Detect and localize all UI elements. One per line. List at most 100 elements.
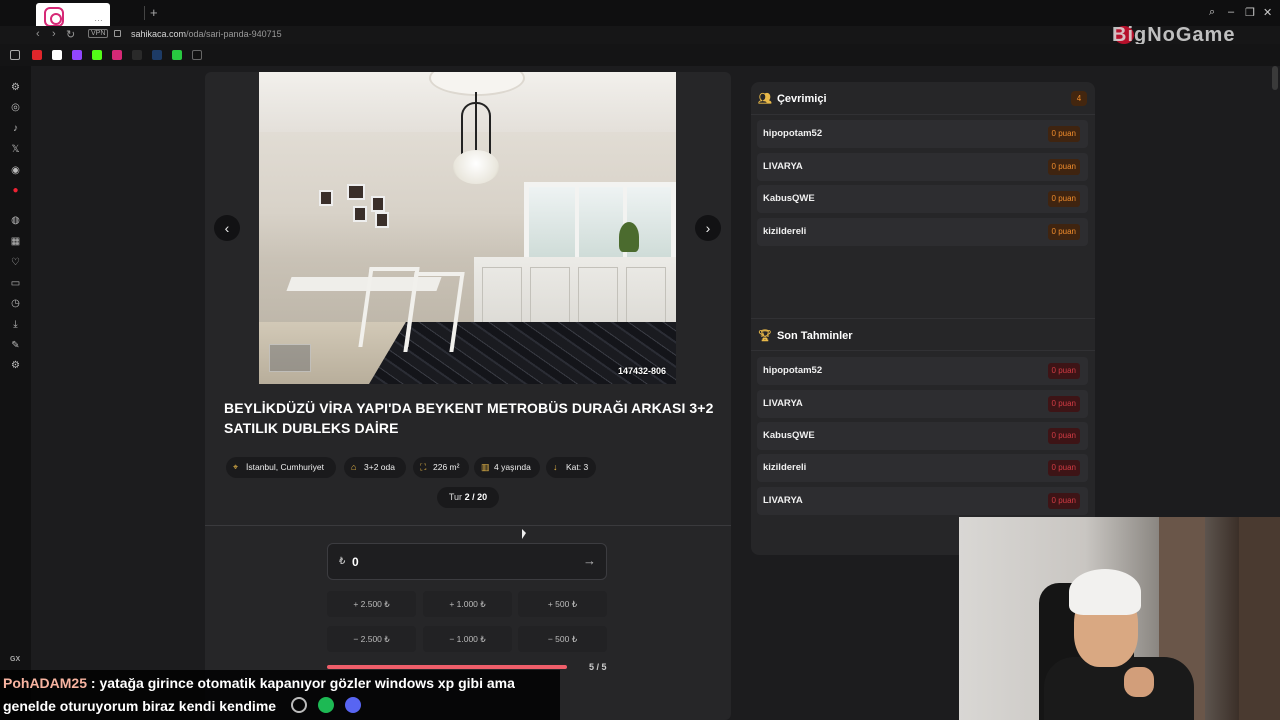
submit-arrow-icon[interactable]: → — [583, 553, 596, 568]
guess-player-name: KabusQWE — [763, 430, 815, 441]
shield-bookmark-icon[interactable] — [152, 50, 162, 60]
browser-tab-bar — [0, 0, 1280, 26]
gear-sidebar-icon[interactable]: ⚙ — [10, 360, 21, 371]
plus-1000-button[interactable]: + 1.000 ₺ — [423, 591, 512, 617]
tiktok-icon[interactable] — [192, 50, 202, 60]
player-name: KabusQWE — [763, 193, 815, 204]
bookmark-icon[interactable] — [132, 50, 142, 60]
player-name: kizildereli — [763, 226, 807, 237]
chip-area: ⛶ 226 m² — [413, 457, 469, 478]
plus-500-button[interactable]: + 500 ₺ — [518, 591, 607, 617]
forward-icon[interactable]: › — [52, 28, 56, 40]
spotify-sidebar-icon[interactable]: ◍ — [10, 215, 21, 226]
online-player-row: kizildereli 0 puan — [757, 218, 1088, 246]
green-app-icon[interactable] — [172, 50, 182, 60]
chip-age-text: 4 yaşında — [494, 462, 531, 472]
chat-text-1: : yatağa girince otomatik kapanıyor gözl… — [87, 675, 515, 691]
chrome-icon — [291, 697, 307, 713]
url-domain: sahikaca.com — [131, 29, 187, 39]
recent-guess-row: LIVARYA 0 puan — [757, 487, 1088, 515]
instagram-sidebar-icon[interactable]: ◎ — [10, 102, 21, 113]
chat-username: PohADAM25 — [3, 675, 88, 691]
online-player-row: LIVARYA 0 puan — [757, 153, 1088, 181]
round-label: Tur — [448, 492, 463, 502]
player-score-badge: 0 puan — [1047, 224, 1080, 240]
kick-icon[interactable] — [92, 50, 102, 60]
chip-rooms-text: 3+2 oda — [364, 462, 395, 472]
discord-sidebar-icon[interactable]: ◉ — [10, 165, 21, 176]
notification-sidebar-icon[interactable]: ● — [10, 185, 21, 196]
recent-guess-row: KabusQWE 0 puan — [757, 422, 1088, 450]
guess-input-box[interactable]: ₺ → — [327, 543, 607, 580]
mouse-cursor-icon — [522, 529, 526, 539]
heart-sidebar-icon[interactable]: ♡ — [10, 257, 21, 268]
restore-icon[interactable]: ❐ — [1245, 6, 1255, 19]
chip-location-text: İstanbul, Cumhuriyet — [246, 462, 324, 472]
gmail-icon[interactable] — [52, 50, 62, 60]
gx-label: GX — [10, 656, 21, 663]
next-photo-button[interactable]: › — [695, 215, 721, 241]
guess-score-badge: 0 puan — [1047, 428, 1080, 444]
guess-progress-text: 5 / 5 — [589, 662, 607, 672]
currency-symbol: ₺ — [339, 556, 346, 567]
back-icon[interactable]: ‹ — [36, 28, 40, 40]
minus-1000-button[interactable]: − 1.000 ₺ — [423, 626, 512, 652]
player-name: hipopotam52 — [763, 128, 823, 139]
chevron-left-icon: ‹ — [224, 220, 230, 236]
chip-age: ▥ 4 yaşında — [474, 457, 540, 478]
guess-score-badge: 0 puan — [1047, 396, 1080, 412]
house-icon: ⌂ — [351, 462, 357, 472]
building-icon: ▥ — [481, 462, 490, 472]
scrollbar[interactable] — [1272, 66, 1278, 90]
price-guess-input[interactable] — [352, 552, 572, 572]
online-player-row: KabusQWE 0 puan — [757, 185, 1088, 213]
wallet-sidebar-icon[interactable]: ▭ — [10, 278, 21, 289]
new-tab-button[interactable]: + — [150, 5, 158, 20]
twitch-icon[interactable] — [72, 50, 82, 60]
recent-header-line — [751, 350, 1095, 351]
player-score-badge: 0 puan — [1047, 191, 1080, 207]
vpn-badge[interactable]: VPN — [88, 29, 109, 38]
minimize-icon[interactable]: – — [1228, 6, 1234, 18]
player-score-badge: 0 puan — [1047, 126, 1080, 142]
users-icon: 👥︎ — [758, 93, 772, 105]
history-sidebar-icon[interactable]: ◷ — [10, 298, 21, 309]
download-sidebar-icon[interactable]: ⤓ — [10, 319, 21, 330]
settings-sidebar-icon[interactable]: ⚙ — [10, 82, 21, 93]
recent-guess-row: LIVARYA 0 puan — [757, 390, 1088, 418]
guess-score-badge: 0 puan — [1047, 493, 1080, 509]
youtube-icon[interactable] — [32, 50, 42, 60]
grid-sidebar-icon[interactable]: ▦ — [10, 236, 21, 247]
chevron-right-icon: › — [705, 220, 711, 236]
listing-photo: 147432-806 — [259, 72, 676, 384]
chat-message-line-2: genelde oturuyorum biraz kendi kendime — [3, 698, 276, 714]
minus-500-button[interactable]: − 500 ₺ — [518, 626, 607, 652]
online-header-line — [751, 114, 1095, 115]
webcam-background-strip — [1239, 517, 1280, 720]
tab-separator — [144, 6, 145, 20]
plus-2500-button[interactable]: + 2.500 ₺ — [327, 591, 416, 617]
prev-photo-button[interactable]: ‹ — [214, 215, 240, 241]
minus-2500-button[interactable]: − 2.500 ₺ — [327, 626, 416, 652]
x-sidebar-icon[interactable]: 𝕏 — [10, 144, 21, 155]
search-icon[interactable]: ⌕ — [1209, 6, 1215, 19]
instagram-bookmark-icon[interactable] — [112, 50, 122, 60]
online-count-badge: 4 — [1071, 91, 1087, 106]
guess-progress-bar — [327, 665, 567, 669]
spotify-icon — [318, 697, 334, 713]
round-counter: Tur 2 / 20 — [437, 487, 499, 508]
extensions-sidebar-icon[interactable]: ✎ — [10, 340, 21, 351]
lock-icon[interactable] — [114, 30, 121, 37]
webcam-overlay — [959, 517, 1239, 720]
url-field[interactable]: sahikaca.com/oda/sari-panda-940715 — [131, 29, 282, 39]
close-icon[interactable]: ✕ — [1263, 6, 1272, 19]
tiktok-sidebar-icon[interactable]: ♪ — [10, 123, 21, 134]
instagram-icon — [44, 7, 64, 27]
player-icon[interactable] — [10, 50, 20, 60]
chip-rooms: ⌂ 3+2 oda — [344, 457, 406, 478]
floor-arrow-icon: ↓ — [553, 462, 558, 472]
chip-floor: ↓ Kat: 3 — [546, 457, 596, 478]
recent-title: Son Tahminler — [776, 330, 853, 342]
listing-title: BEYLİKDÜZÜ VİRA YAPI'DA BEYKENT METROBÜS… — [224, 400, 714, 436]
reload-icon[interactable]: ↻ — [66, 28, 75, 41]
